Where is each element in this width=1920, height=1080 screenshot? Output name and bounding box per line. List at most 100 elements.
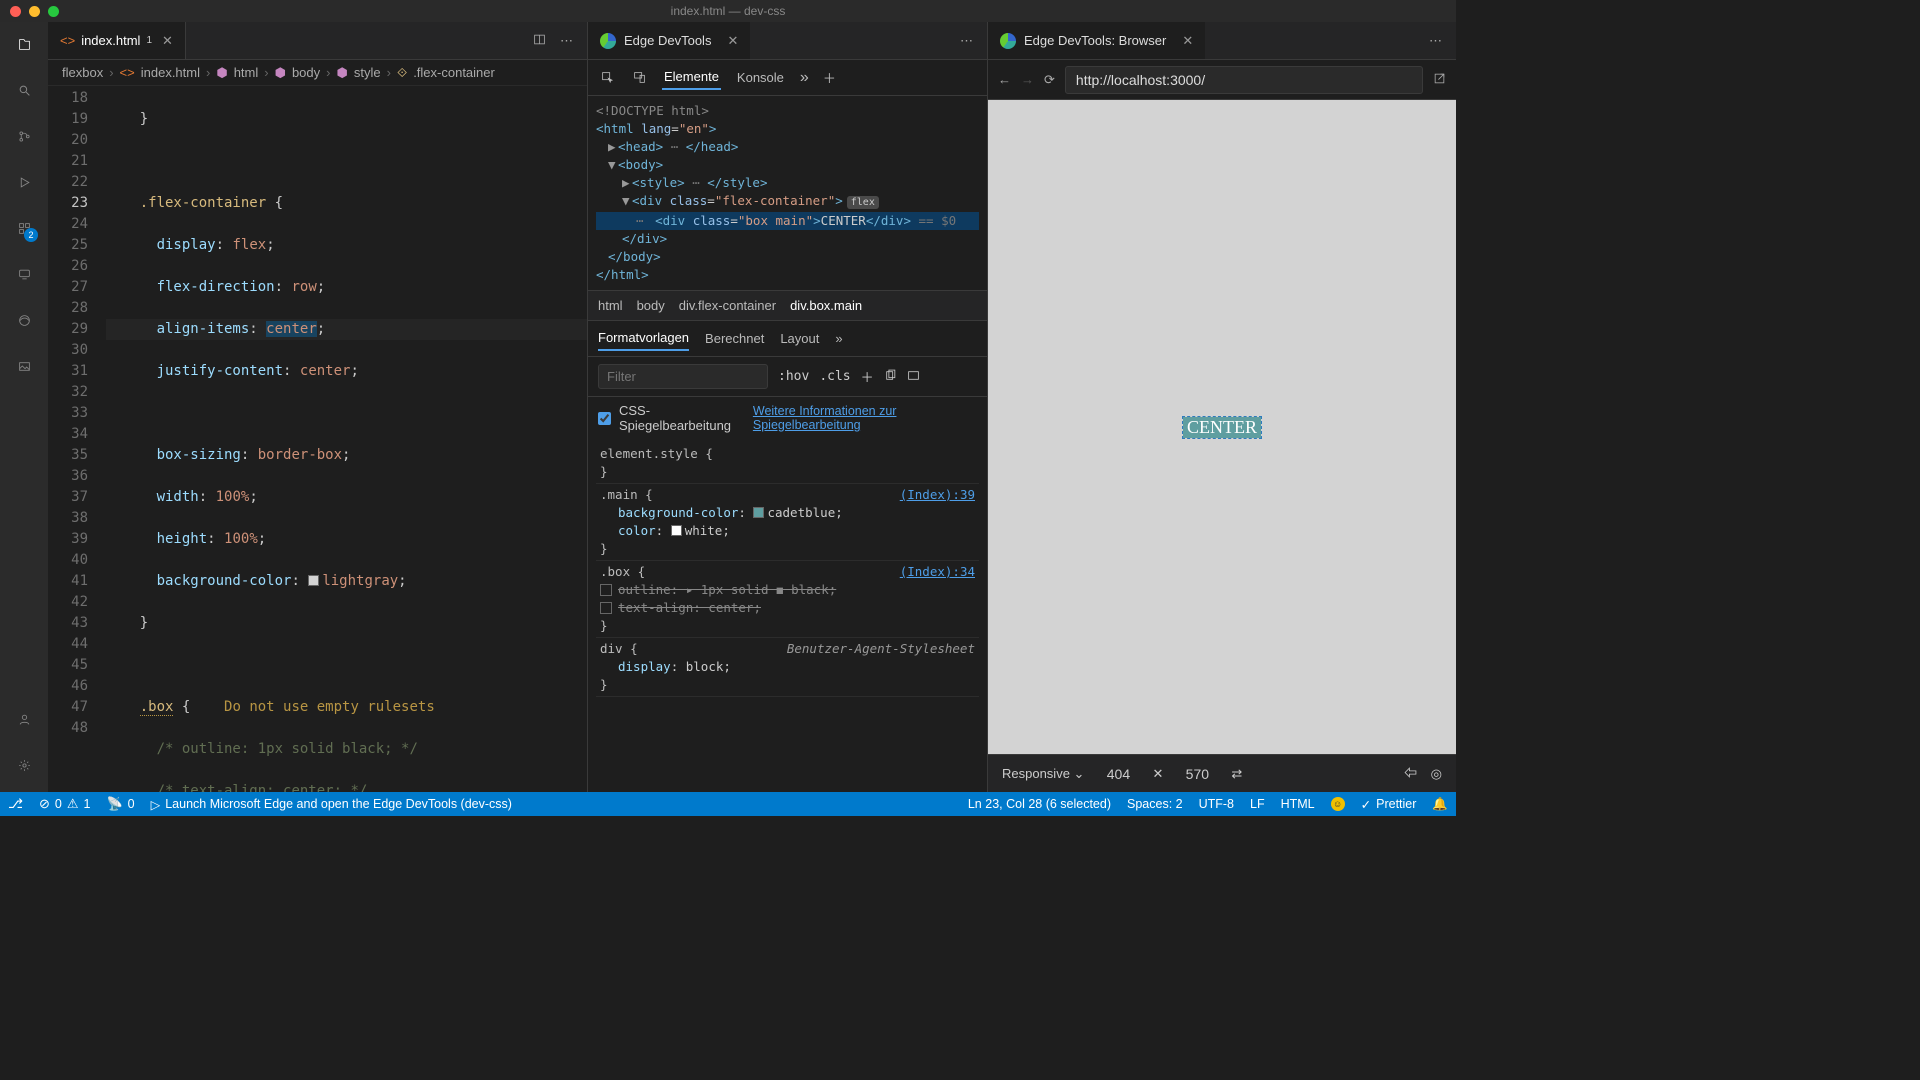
console-tab[interactable]: Konsole xyxy=(735,66,786,89)
prop-checkbox[interactable] xyxy=(600,584,612,596)
line-number-gutter: 1819202122232425262728293031323334353637… xyxy=(48,86,106,792)
path-boxmain[interactable]: div.box.main xyxy=(790,298,862,313)
edge-tools-icon[interactable] xyxy=(12,308,36,332)
device-toolbar: Responsive ⌄ ✕ ⇄ ◎ xyxy=(988,754,1456,792)
css-mirror-label: CSS-Spiegelbearbeitung xyxy=(619,403,745,433)
tab-filename: index.html xyxy=(81,33,140,48)
breadcrumb[interactable]: flexbox › <> index.html › ⬢ html › ⬢ bod… xyxy=(48,60,587,86)
styles-pane[interactable]: element.style { } .main {(Index):39 back… xyxy=(588,439,987,792)
prop-checkbox[interactable] xyxy=(600,602,612,614)
window-title: index.html — dev-css xyxy=(671,4,786,18)
search-icon[interactable] xyxy=(12,78,36,102)
styles-tab[interactable]: Formatvorlagen xyxy=(598,326,689,351)
toggle-render-icon[interactable] xyxy=(907,369,920,385)
layout-tab[interactable]: Layout xyxy=(780,327,819,350)
source-link[interactable]: (Index):34 xyxy=(900,563,975,581)
nav-forward-icon[interactable]: → xyxy=(1021,72,1034,87)
responsive-dropdown[interactable]: Responsive ⌄ xyxy=(1002,766,1084,782)
zoom-window[interactable] xyxy=(48,6,59,17)
close-window[interactable] xyxy=(10,6,21,17)
cursor-position[interactable]: Ln 23, Col 28 (6 selected) xyxy=(968,797,1111,812)
source-link[interactable]: (Index):39 xyxy=(900,486,975,504)
problems-indicator[interactable]: ⊘0 ⚠1 xyxy=(39,796,90,812)
inspect-element-icon[interactable] xyxy=(598,69,616,87)
crumb-folder[interactable]: flexbox xyxy=(62,65,103,80)
url-bar: ← → ⟳ xyxy=(988,60,1456,100)
viewport-height[interactable] xyxy=(1177,766,1217,782)
devtools-tab-label: Edge DevTools xyxy=(624,33,711,48)
crumb-file[interactable]: index.html xyxy=(141,65,200,80)
dom-breadcrumb[interactable]: html body div.flex-container div.box.mai… xyxy=(588,290,987,320)
indent-setting[interactable]: Spaces: 2 xyxy=(1127,797,1183,812)
language-mode[interactable]: HTML xyxy=(1281,797,1315,812)
css-mirror-link[interactable]: Weitere Informationen zur Spiegelbearbei… xyxy=(753,404,977,432)
path-html[interactable]: html xyxy=(598,298,623,313)
new-tab-icon[interactable]: ＋ xyxy=(823,68,836,87)
notifications-icon[interactable]: 🔔 xyxy=(1432,797,1448,812)
browser-tab-label: Edge DevTools: Browser xyxy=(1024,33,1166,48)
crumb-body[interactable]: body xyxy=(292,65,320,80)
editor-more-icon[interactable]: ⋯ xyxy=(560,33,573,49)
open-external-icon[interactable] xyxy=(1433,72,1446,88)
devtools-tab-close-icon[interactable]: ✕ xyxy=(727,33,738,49)
status-bar: ⎇ ⊘0 ⚠1 📡0 ▷ Launch Microsoft Edge and o… xyxy=(0,792,1456,816)
path-body[interactable]: body xyxy=(637,298,665,313)
tab-close-icon[interactable]: ✕ xyxy=(162,33,173,49)
viewport-width[interactable] xyxy=(1098,766,1138,782)
more-tabs-icon[interactable]: » xyxy=(800,69,809,87)
image-tools-icon[interactable] xyxy=(12,354,36,378)
eol[interactable]: LF xyxy=(1250,797,1265,812)
split-editor-icon[interactable] xyxy=(533,33,546,49)
tab-dirty-badge: 1 xyxy=(146,35,152,46)
nav-back-icon[interactable]: ← xyxy=(998,72,1011,87)
copy-styles-icon[interactable] xyxy=(884,369,897,385)
crumb-selector[interactable]: .flex-container xyxy=(413,65,495,80)
html-file-icon: <> xyxy=(60,33,75,48)
activity-bar: 2 xyxy=(0,22,48,792)
launch-edge-button[interactable]: ▷ Launch Microsoft Edge and open the Edg… xyxy=(151,797,512,812)
reload-icon[interactable]: ⟳ xyxy=(1044,72,1055,88)
crumb-style[interactable]: style xyxy=(354,65,381,80)
explorer-icon[interactable] xyxy=(12,32,36,56)
devtools-toolbar: Elemente Konsole » ＋ xyxy=(588,60,987,96)
extensions-icon[interactable]: 2 xyxy=(12,216,36,240)
crumb-html[interactable]: html xyxy=(234,65,259,80)
path-flexcontainer[interactable]: div.flex-container xyxy=(679,298,776,313)
devtools-tab[interactable]: Edge DevTools ✕ xyxy=(588,22,750,59)
browser-more-icon[interactable]: ⋯ xyxy=(1429,33,1442,49)
minimize-window[interactable] xyxy=(29,6,40,17)
browser-tab-close-icon[interactable]: ✕ xyxy=(1182,33,1193,49)
hov-toggle[interactable]: :hov xyxy=(778,369,809,384)
computed-tab[interactable]: Berechnet xyxy=(705,327,764,350)
feedback-icon[interactable]: ☺ xyxy=(1331,797,1345,812)
remote-explorer-icon[interactable] xyxy=(12,262,36,286)
more-styles-tabs-icon[interactable]: » xyxy=(835,331,842,346)
encoding[interactable]: UTF-8 xyxy=(1199,797,1234,812)
ports-indicator[interactable]: 📡0 xyxy=(106,796,134,812)
new-style-rule-icon[interactable]: ＋ xyxy=(861,367,874,386)
source-control-icon[interactable] xyxy=(12,124,36,148)
styles-filter-input[interactable] xyxy=(598,364,768,389)
editor-tab-index[interactable]: <> index.html 1 ✕ xyxy=(48,22,186,59)
screenshot-icon[interactable] xyxy=(1404,766,1417,782)
browser-tab-bar: Edge DevTools: Browser ✕ ⋯ xyxy=(988,22,1456,60)
page-preview[interactable]: CENTER xyxy=(988,100,1456,754)
rotate-icon[interactable]: ⇄ xyxy=(1231,766,1242,782)
styles-tabs: Formatvorlagen Berechnet Layout » xyxy=(588,320,987,356)
remote-indicator[interactable]: ⎇ xyxy=(8,796,23,812)
browser-tab[interactable]: Edge DevTools: Browser ✕ xyxy=(988,22,1205,59)
devtools-tab-bar: Edge DevTools ✕ ⋯ xyxy=(588,22,987,60)
emulate-vision-icon[interactable]: ◎ xyxy=(1431,766,1442,782)
run-debug-icon[interactable] xyxy=(12,170,36,194)
prettier-status[interactable]: ✓ Prettier xyxy=(1361,797,1417,812)
device-emulation-icon[interactable] xyxy=(630,69,648,87)
devtools-more-icon[interactable]: ⋯ xyxy=(960,33,973,49)
css-mirror-checkbox[interactable] xyxy=(598,412,611,425)
settings-gear-icon[interactable] xyxy=(12,753,36,777)
code-editor[interactable]: } .flex-container { display: flex; flex-… xyxy=(106,86,587,792)
accounts-icon[interactable] xyxy=(12,707,36,731)
elements-tab[interactable]: Elemente xyxy=(662,65,721,90)
url-input[interactable] xyxy=(1065,66,1423,94)
cls-toggle[interactable]: .cls xyxy=(819,369,850,384)
dom-tree[interactable]: <!DOCTYPE html> <html lang="en"> ▶<head>… xyxy=(588,96,987,290)
